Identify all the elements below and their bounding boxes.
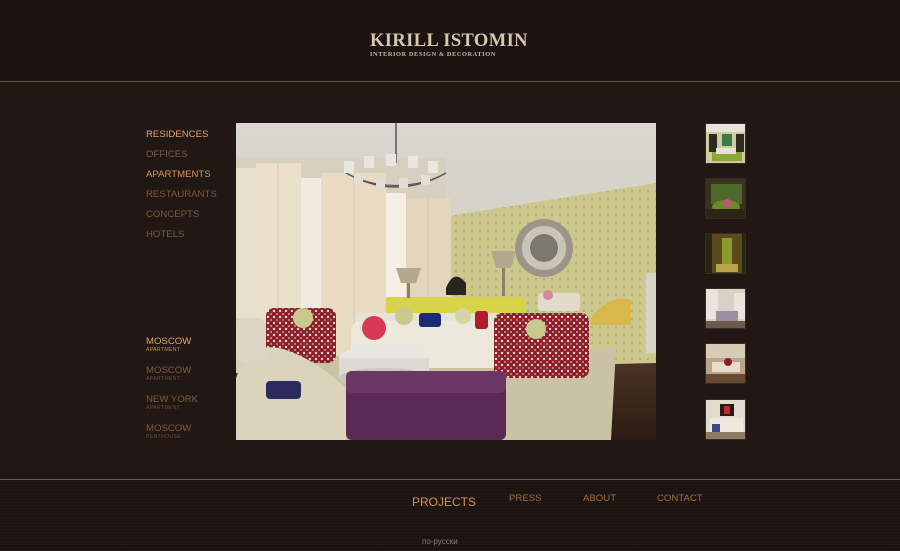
logo[interactable]: KIRILL ISTOMIN INTERIOR DESIGN & DECORAT… (370, 31, 530, 59)
category-menu: RESIDENCES OFFICES APARTMENTS RESTAURANT… (146, 125, 217, 245)
project-city: MOSCOW (146, 336, 192, 347)
project-city: MOSCOW (146, 365, 192, 376)
category-restaurants[interactable]: RESTAURANTS (146, 185, 217, 205)
header: KIRILL ISTOMIN INTERIOR DESIGN & DECORAT… (0, 0, 900, 82)
project-type: APARTMENT (146, 405, 181, 411)
category-concepts[interactable]: CONCEPTS (146, 205, 217, 225)
project-item[interactable]: MOSCOW APARTMENT (146, 336, 198, 365)
category-residences[interactable]: RESIDENCES (146, 125, 217, 145)
project-type: APARTMENT (146, 347, 181, 353)
thumbnail[interactable] (705, 233, 746, 274)
project-type: PENTHOUSE (146, 434, 181, 440)
nav-projects[interactable]: PROJECTS (412, 495, 476, 509)
category-apartments[interactable]: APARTMENTS (146, 165, 217, 185)
nav-contact[interactable]: CONTACT (657, 493, 703, 504)
project-list: MOSCOW APARTMENT MOSCOW APARTMENT NEW YO… (146, 336, 198, 452)
project-item[interactable]: NEW YORK APARTMENT (146, 394, 198, 423)
category-offices[interactable]: OFFICES (146, 145, 217, 165)
project-city: NEW YORK (146, 394, 199, 405)
thumbnail[interactable] (705, 123, 746, 164)
thumbnail[interactable] (705, 399, 746, 440)
project-city: MOSCOW (146, 423, 192, 434)
logo-subtitle: INTERIOR DESIGN & DECORATION (370, 51, 496, 58)
main-photo (236, 123, 656, 440)
nav-press[interactable]: PRESS (509, 493, 542, 504)
thumbnail[interactable] (705, 178, 746, 219)
logo-title: KIRILL ISTOMIN (370, 31, 528, 51)
thumbnail[interactable] (705, 288, 746, 329)
nav-about[interactable]: ABOUT (583, 493, 616, 504)
language-switch-link[interactable]: по-русски (422, 537, 458, 546)
thumbnail[interactable] (705, 343, 746, 384)
project-item[interactable]: MOSCOW PENTHOUSE (146, 423, 198, 452)
category-hotels[interactable]: HOTELS (146, 225, 217, 245)
project-item[interactable]: MOSCOW APARTMENT (146, 365, 198, 394)
project-type: APARTMENT (146, 376, 181, 382)
